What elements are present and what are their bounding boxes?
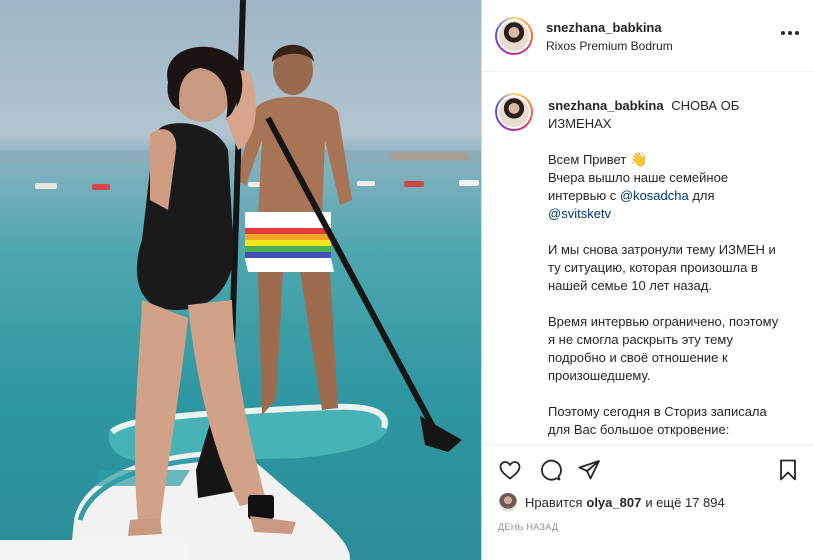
- liker-username[interactable]: olya_807: [586, 495, 641, 510]
- post-header: snezhana_babkina Rixos Premium Bodrum: [482, 0, 814, 72]
- likes-prefix: Нравится: [525, 494, 583, 510]
- post-details-panel: snezhana_babkina Rixos Premium Bodrum sn…: [482, 0, 814, 560]
- caption-area: snezhana_babkina СНОВА ОБ ИЗМЕНАХ Всем П…: [482, 72, 814, 444]
- caption-title: snezhana_babkina СНОВА ОБ ИЗМЕНАХ: [548, 97, 784, 133]
- actions-divider: [482, 444, 814, 445]
- waving-hand-emoji: 👋: [629, 151, 648, 167]
- caption-paragraph-3: Время интервью ограничено, поэтому я не …: [548, 314, 779, 383]
- author-avatar[interactable]: [495, 17, 533, 55]
- photo-illustration: [0, 0, 481, 560]
- send-icon[interactable]: [575, 456, 603, 484]
- caption-body: Всем Привет 👋 Вчера вышло наше семейное …: [548, 150, 784, 444]
- author-username[interactable]: snezhana_babkina: [546, 20, 662, 35]
- caption-username[interactable]: snezhana_babkina: [548, 98, 664, 113]
- post-location[interactable]: Rixos Premium Bodrum: [546, 39, 673, 53]
- post-timestamp[interactable]: ДЕНЬ НАЗАД: [498, 522, 558, 532]
- interview-text-post: для: [688, 188, 715, 203]
- caption-avatar[interactable]: [495, 93, 533, 131]
- heart-icon[interactable]: [496, 456, 524, 484]
- caption-paragraph-2: И мы снова затронули тему ИЗМЕН и ту сит…: [548, 242, 776, 293]
- photo-overlay-bar: [0, 540, 188, 560]
- mention-kosadcha[interactable]: @kosadcha: [620, 188, 689, 203]
- likes-count[interactable]: и ещё 17 894: [645, 495, 724, 510]
- comment-icon[interactable]: [536, 456, 564, 484]
- greeting-text: Всем Привет: [548, 152, 627, 167]
- likes-summary[interactable]: Нравится olya_807 и ещё 17 894: [498, 491, 725, 513]
- caption-paragraph-4: Поэтому сегодня в Сториз записала для Ва…: [548, 404, 767, 437]
- more-horizontal-icon[interactable]: [780, 26, 800, 40]
- caption-paragraph-1: Всем Привет 👋 Вчера вышло наше семейное …: [548, 150, 784, 223]
- post-actions: [482, 452, 814, 488]
- mention-svitsketv[interactable]: @svitsketv: [548, 206, 611, 221]
- bookmark-icon[interactable]: [774, 456, 802, 484]
- post-photo[interactable]: [0, 0, 481, 560]
- liker-avatar[interactable]: [498, 492, 518, 512]
